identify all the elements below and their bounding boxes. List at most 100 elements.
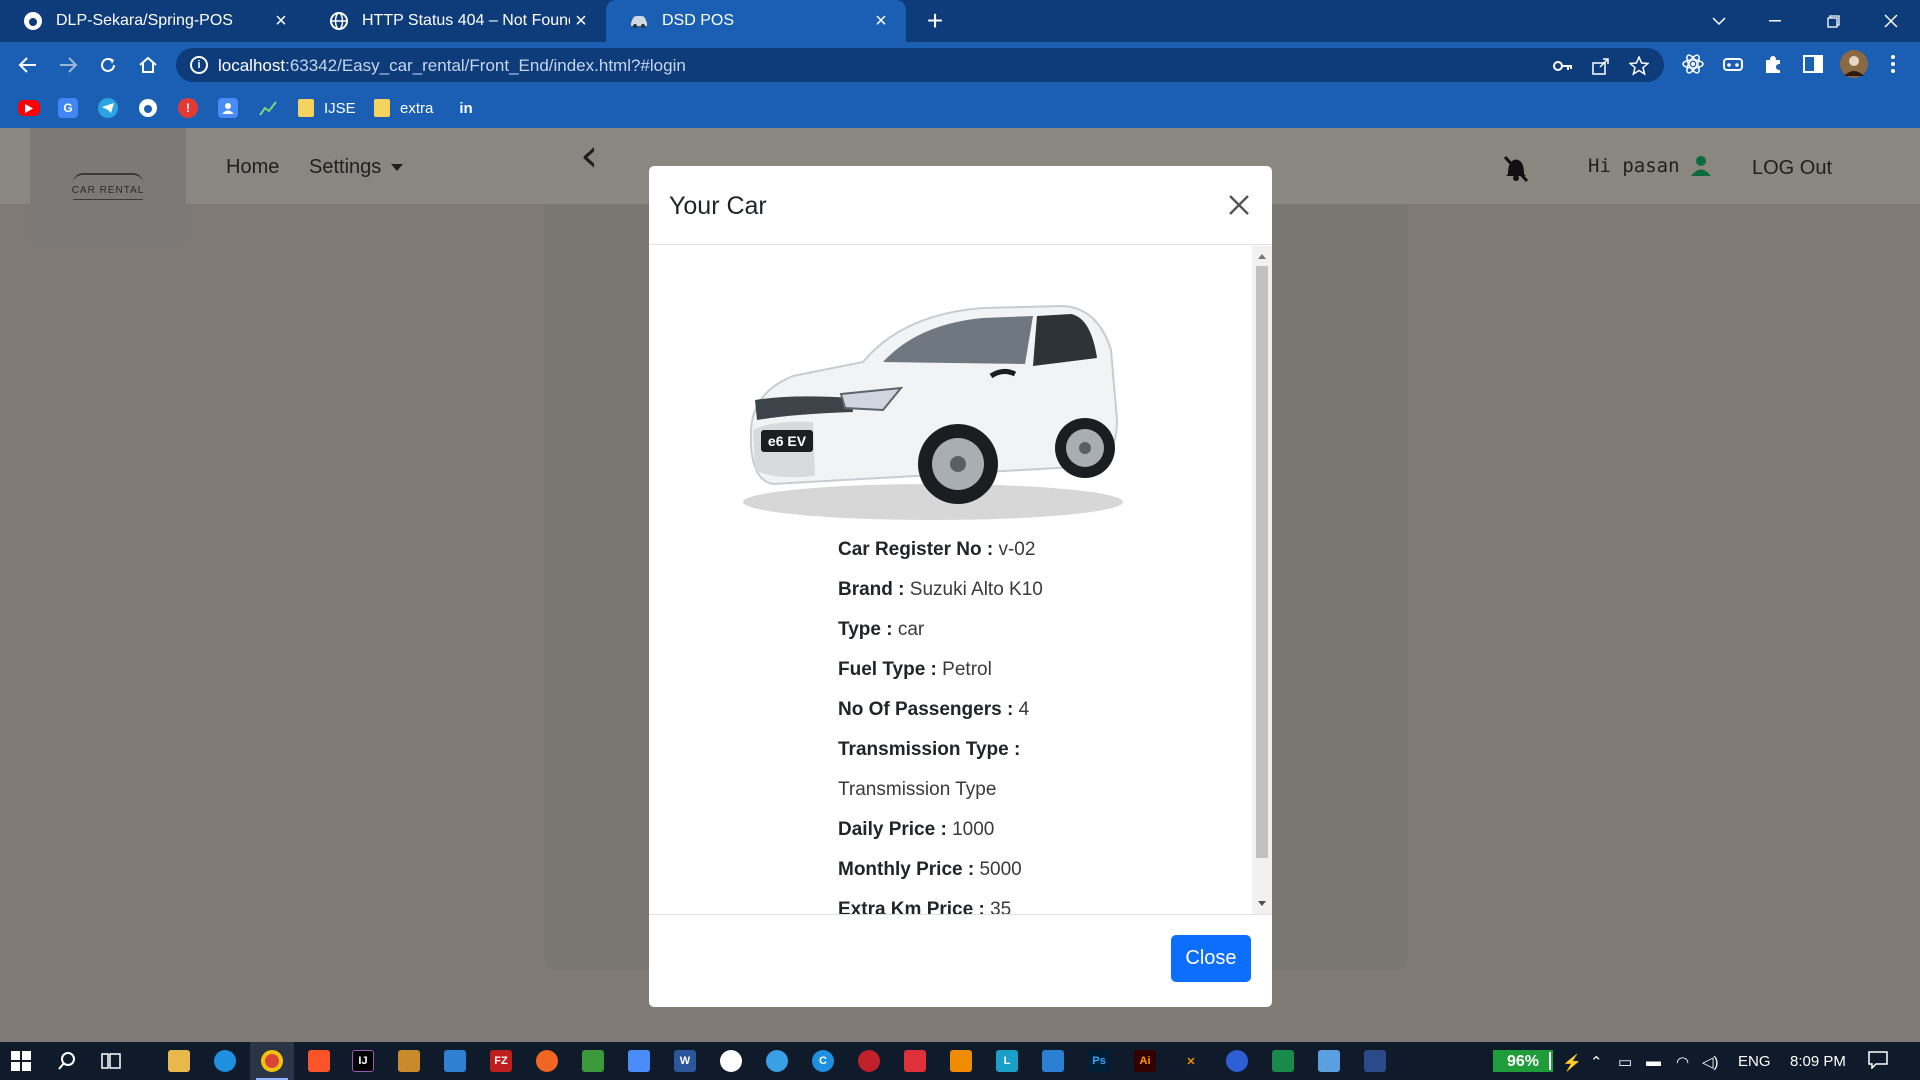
close-window-button[interactable]	[1862, 0, 1920, 42]
slack-icon[interactable]	[720, 1050, 742, 1072]
tab-404[interactable]: HTTP Status 404 – Not Found ×	[306, 0, 606, 42]
address-bar[interactable]: i localhost:63342/Easy_car_rental/Front_…	[176, 48, 1664, 82]
bookmark-youtube[interactable]	[18, 98, 40, 118]
minimize-button[interactable]	[1746, 0, 1804, 42]
alert-icon: !	[178, 98, 198, 118]
word-icon[interactable]: W	[674, 1050, 696, 1072]
close-button[interactable]: Close	[1171, 935, 1251, 982]
back-arrow-icon[interactable]	[14, 51, 42, 79]
close-icon[interactable]: ×	[870, 10, 892, 32]
field-monthly-price: Monthly Price : 5000	[838, 859, 1238, 899]
scroll-up-arrow-icon[interactable]	[1258, 254, 1266, 259]
modal-scrollbar[interactable]	[1252, 246, 1272, 914]
vlc-icon[interactable]	[950, 1050, 972, 1072]
bookmark-contacts[interactable]	[218, 98, 238, 118]
filezilla-icon[interactable]: FZ	[490, 1050, 512, 1072]
reload-icon[interactable]	[94, 51, 122, 79]
app-icon[interactable]	[1226, 1050, 1248, 1072]
photoshop-icon[interactable]: Ps	[1088, 1050, 1110, 1072]
brave-icon[interactable]	[308, 1050, 330, 1072]
remote-desktop-icon[interactable]	[628, 1050, 650, 1072]
battery-tray-icon[interactable]: ▬	[1646, 1053, 1661, 1070]
modal-body[interactable]: e6 EV Car Register No : v-02 Brand : Suz…	[649, 246, 1272, 914]
search-icon[interactable]	[56, 1050, 78, 1072]
close-icon[interactable]: ×	[270, 10, 292, 32]
scroll-down-arrow-icon[interactable]	[1258, 901, 1266, 906]
profile-avatar[interactable]	[1840, 50, 1868, 78]
tray-expand-icon[interactable]: ⌃	[1590, 1053, 1603, 1071]
forward-arrow-icon[interactable]	[54, 51, 82, 79]
bookmark-telegram[interactable]	[98, 98, 118, 118]
bookmark-github[interactable]	[138, 98, 158, 118]
bookmark-linkedin[interactable]: in	[456, 98, 476, 118]
nav-home[interactable]: Home	[226, 156, 279, 179]
vscode-icon[interactable]	[444, 1050, 466, 1072]
site-logo[interactable]: CAR RENTAL	[30, 128, 186, 245]
app-icon[interactable]	[398, 1050, 420, 1072]
share-icon[interactable]	[1590, 55, 1612, 77]
edge-icon[interactable]	[214, 1050, 236, 1072]
close-icon[interactable]	[1224, 190, 1254, 220]
field-transmission-type: Transmission Type :	[838, 739, 1238, 779]
key-icon[interactable]	[1552, 55, 1574, 77]
extension-car-icon[interactable]	[1720, 51, 1746, 77]
github-icon	[138, 98, 158, 118]
field-label: Monthly Price :	[838, 859, 975, 880]
menu-dots-icon[interactable]	[1880, 51, 1906, 77]
app-icon[interactable]	[766, 1050, 788, 1072]
language-indicator[interactable]: ENG	[1738, 1053, 1771, 1070]
app-icon[interactable]: C	[812, 1050, 834, 1072]
bookmark-chart[interactable]	[258, 98, 278, 118]
close-icon[interactable]: ×	[570, 10, 592, 32]
modal-footer: Close	[649, 914, 1272, 1007]
logout-link[interactable]: LOG Out	[1752, 157, 1832, 180]
clock[interactable]: 8:09 PM	[1790, 1053, 1846, 1070]
volume-icon[interactable]: ◁)	[1702, 1053, 1719, 1071]
app-icon[interactable]	[1364, 1050, 1386, 1072]
mail-icon[interactable]	[1042, 1050, 1064, 1072]
restore-button[interactable]	[1804, 0, 1862, 42]
tab-spring-pos[interactable]: DLP-Sekara/Spring-POS ×	[0, 0, 306, 42]
home-icon[interactable]	[134, 51, 162, 79]
info-icon[interactable]: i	[190, 56, 208, 74]
bookmark-alert[interactable]: !	[178, 98, 198, 118]
app-icon[interactable]	[1318, 1050, 1340, 1072]
tab-search-icon[interactable]	[1690, 0, 1748, 42]
tray-device-icon[interactable]: ▭	[1618, 1053, 1632, 1071]
url-text[interactable]: localhost:63342/Easy_car_rental/Front_En…	[218, 56, 686, 76]
app-icon[interactable]: L	[996, 1050, 1018, 1072]
postman-icon[interactable]	[536, 1050, 558, 1072]
chrome-icon[interactable]	[261, 1050, 283, 1072]
nav-settings-dropdown[interactable]: Settings	[309, 156, 404, 179]
intellij-icon[interactable]: IJ	[352, 1050, 374, 1072]
notifications-icon[interactable]	[1868, 1051, 1888, 1073]
illustrator-icon[interactable]: Ai	[1134, 1050, 1156, 1072]
bookmark-translate[interactable]: G	[58, 98, 78, 118]
bell-slash-icon[interactable]	[1500, 152, 1532, 184]
react-devtools-icon[interactable]	[1680, 51, 1706, 77]
caret-down-icon	[391, 164, 404, 172]
nodejs-icon[interactable]	[582, 1050, 604, 1072]
puzzle-icon[interactable]	[1760, 51, 1786, 77]
app-icon[interactable]	[1272, 1050, 1294, 1072]
new-tab-button[interactable]: +	[920, 6, 950, 36]
battery-indicator[interactable]: 96%	[1493, 1050, 1553, 1072]
windows-start-icon[interactable]	[10, 1050, 32, 1072]
bookmark-folder-ijse[interactable]: IJSE	[298, 98, 356, 118]
app-icon[interactable]	[858, 1050, 880, 1072]
scrollbar-thumb[interactable]	[1256, 266, 1268, 858]
app-icon[interactable]	[904, 1050, 926, 1072]
tab-dsd-pos[interactable]: DSD POS ×	[606, 0, 906, 42]
tab-title: DSD POS	[662, 12, 735, 29]
task-view-icon[interactable]	[100, 1050, 122, 1072]
side-panel-icon[interactable]	[1800, 51, 1826, 77]
bookmark-folder-extra[interactable]: extra	[374, 98, 433, 118]
app-icon[interactable]: ✕	[1180, 1050, 1202, 1072]
wifi-icon[interactable]: ◠	[1676, 1053, 1689, 1071]
globe-icon	[328, 10, 350, 32]
back-chevron-icon[interactable]: ‹	[580, 128, 598, 182]
user-icon[interactable]	[1690, 154, 1712, 176]
logo-car-outline	[73, 173, 143, 183]
star-icon[interactable]	[1628, 55, 1650, 77]
file-explorer-icon[interactable]	[168, 1050, 190, 1072]
